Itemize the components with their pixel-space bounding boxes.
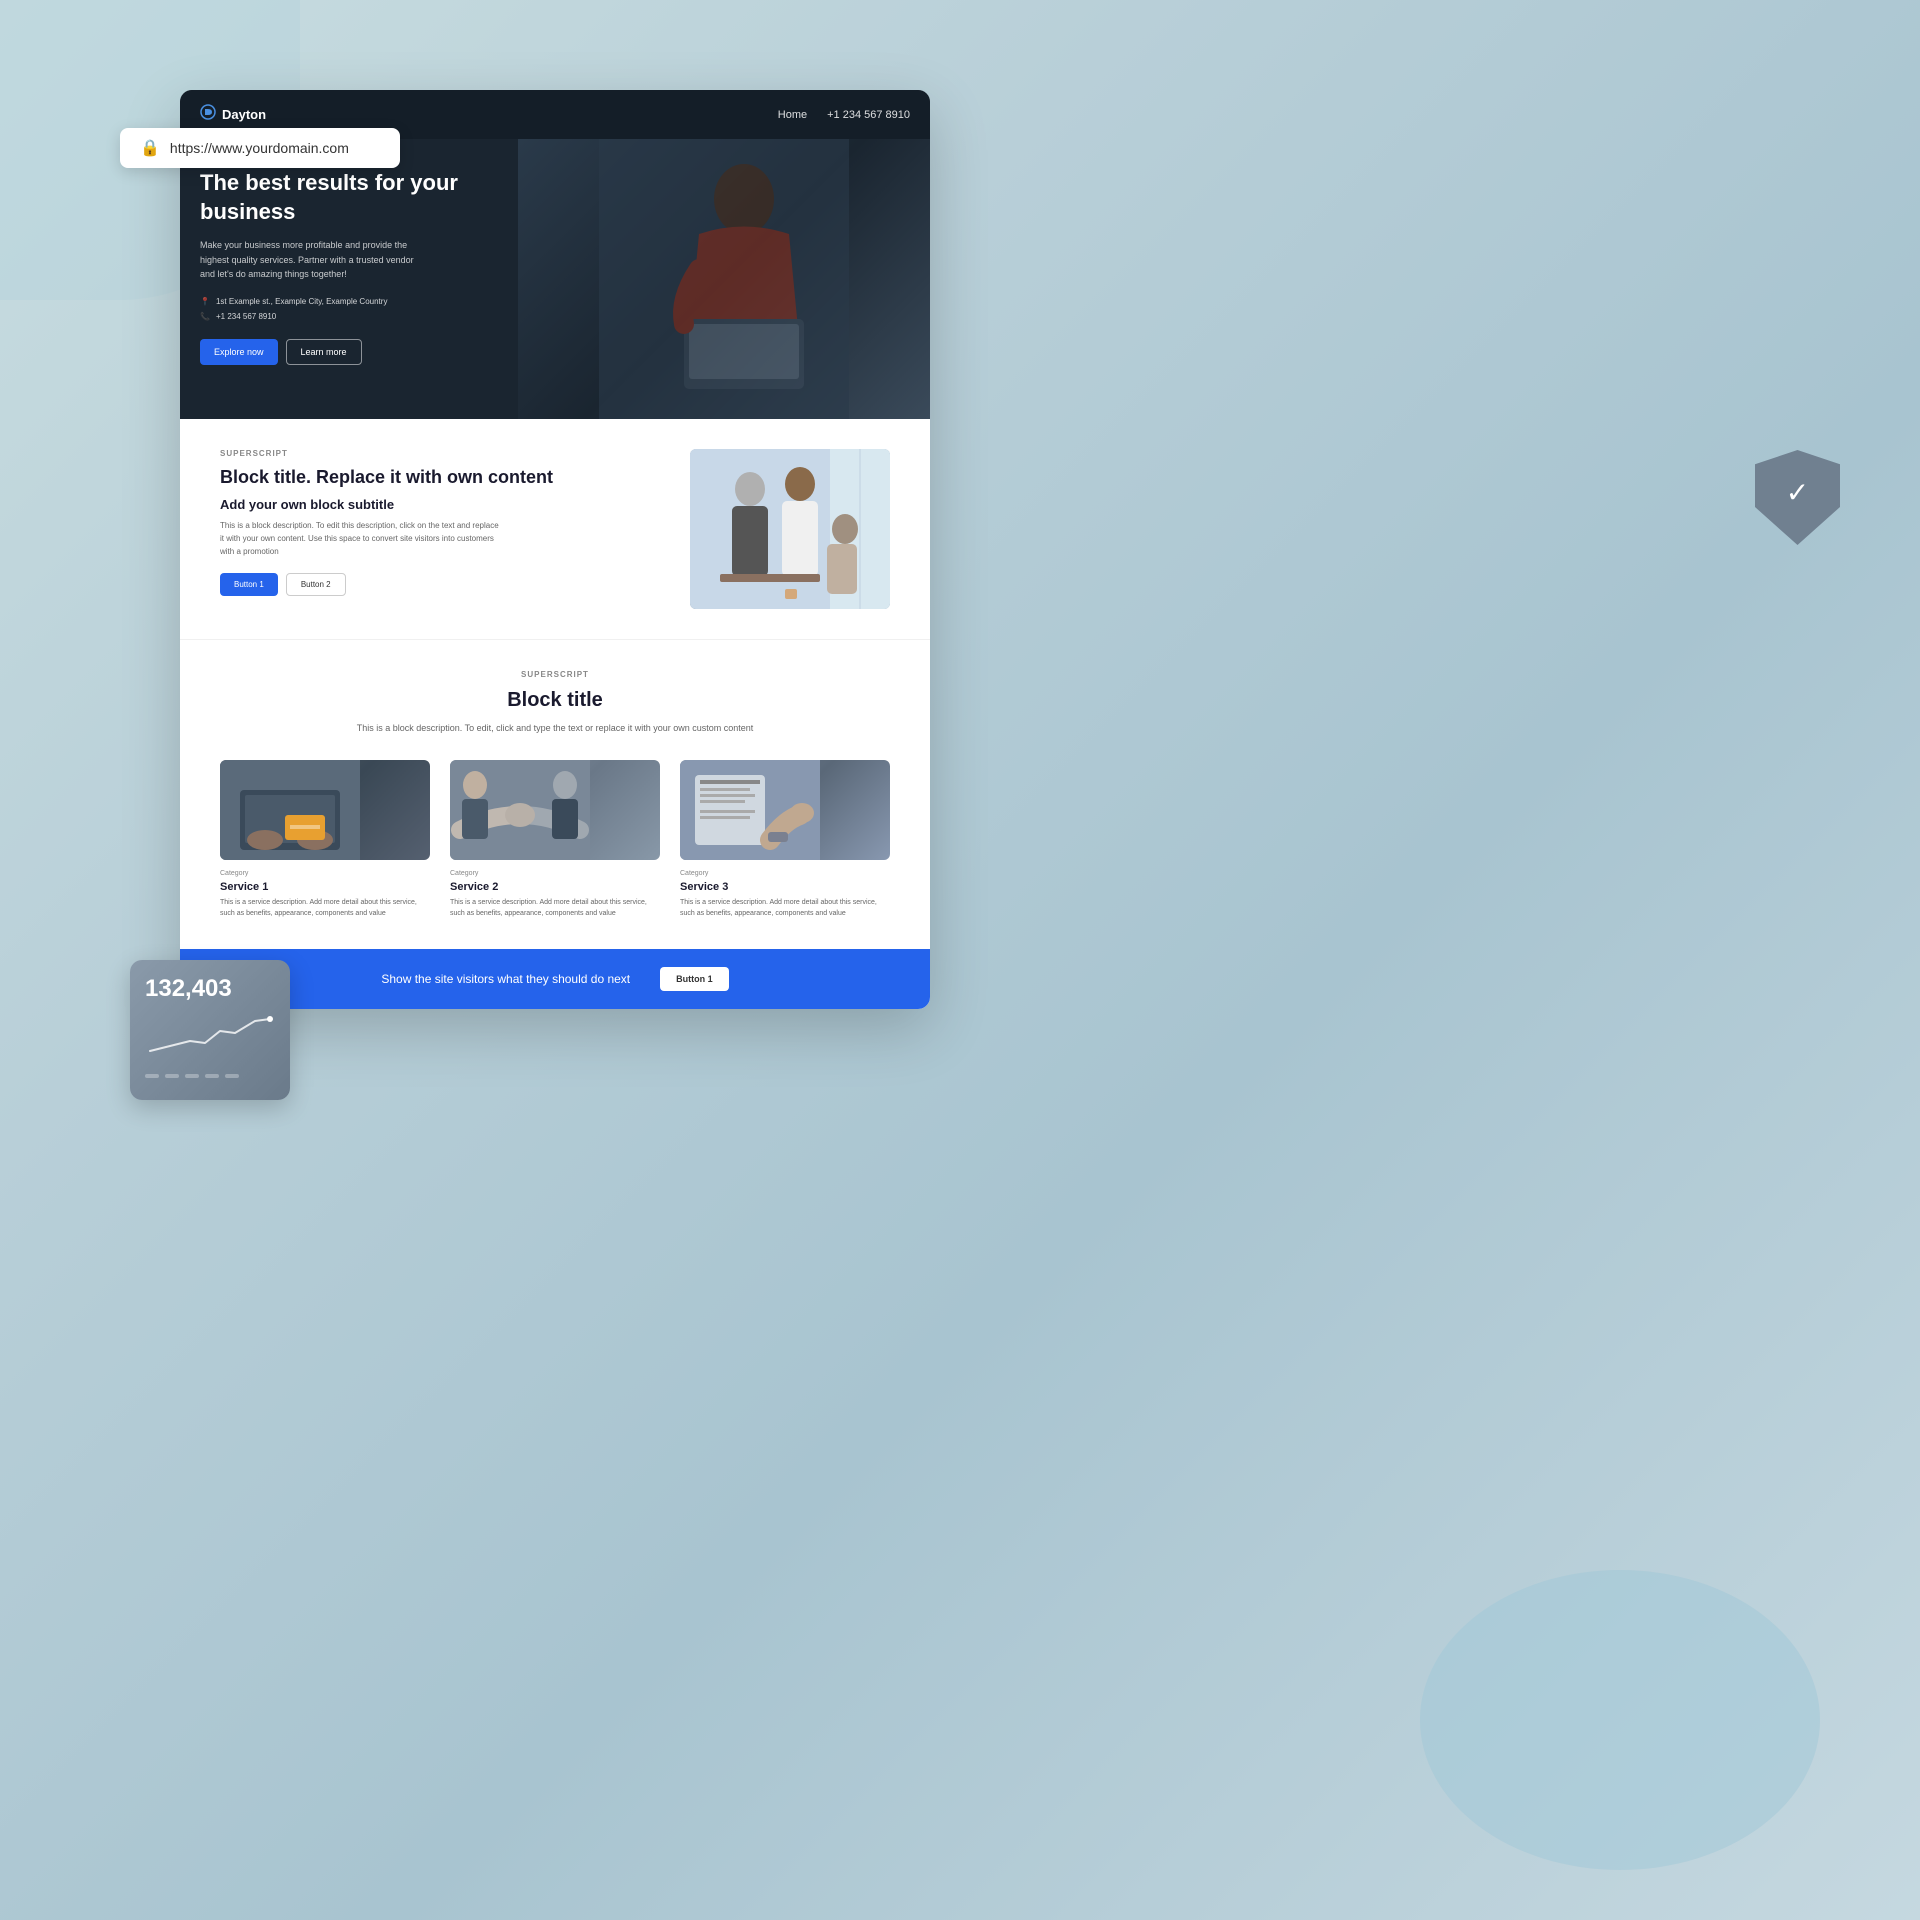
service1-image: [220, 760, 430, 860]
browser-window: Dayton Home +1 234 567 8910 The best res…: [180, 90, 930, 1009]
service1-category: Category: [220, 870, 430, 877]
bg-decoration-bottom-right: [1420, 1570, 1820, 1870]
hero-address-item: 📍 1st Example st., Example City, Example…: [200, 297, 550, 306]
logo-text: Dayton: [222, 107, 266, 122]
hero-phone-item: 📞 +1 234 567 8910: [200, 312, 550, 321]
hero-title: The best results for your business: [200, 169, 550, 226]
block2-superscript: SUPERSCRIPT: [220, 670, 890, 679]
cta-button[interactable]: Button 1: [660, 967, 729, 991]
site-logo: Dayton: [200, 104, 266, 125]
location-icon: 📍: [200, 297, 210, 306]
service2-image: [450, 760, 660, 860]
block1-image: [690, 449, 890, 609]
block1-subtitle: Add your own block subtitle: [220, 497, 660, 512]
service3-description: This is a service description. Add more …: [680, 898, 890, 919]
cta-text: Show the site visitors what they should …: [381, 972, 630, 986]
nav-phone: +1 234 567 8910: [827, 109, 910, 121]
block1-button2[interactable]: Button 2: [286, 573, 346, 596]
service1-name: Service 1: [220, 881, 430, 893]
block1-description: This is a block description. To edit thi…: [220, 520, 500, 558]
block1-buttons: Button 1 Button 2: [220, 573, 660, 596]
service-card-3: Category Service 3 This is a service des…: [680, 760, 890, 919]
hero-info: 📍 1st Example st., Example City, Example…: [200, 297, 550, 321]
main-content: SUPERSCRIPT Block title. Replace it with…: [180, 419, 930, 1009]
hero-text-block: The best results for your business Make …: [180, 139, 570, 419]
lock-icon: 🔒: [140, 138, 160, 158]
stats-chart: [145, 1011, 275, 1066]
cta-bar: Show the site visitors what they should …: [180, 949, 930, 1009]
service2-description: This is a service description. Add more …: [450, 898, 660, 919]
service-card-1: Category Service 1 This is a service des…: [220, 760, 430, 919]
service2-name: Service 2: [450, 881, 660, 893]
service3-name: Service 3: [680, 881, 890, 893]
service3-category: Category: [680, 870, 890, 877]
logo-icon: [200, 104, 216, 125]
url-text: https://www.yourdomain.com: [170, 140, 349, 156]
hero-content-area: The best results for your business Make …: [180, 139, 930, 419]
service1-description: This is a service description. Add more …: [220, 898, 430, 919]
block1-button1[interactable]: Button 1: [220, 573, 278, 596]
phone-icon: 📞: [200, 312, 210, 321]
shield-check-icon: ✓: [1786, 476, 1809, 509]
services-grid: Category Service 1 This is a service des…: [220, 760, 890, 919]
hero-phone: +1 234 567 8910: [216, 312, 276, 321]
hero-image-area: [518, 139, 931, 419]
office-people-image: [690, 449, 890, 609]
service3-image: [680, 760, 890, 860]
nav-links: Home +1 234 567 8910: [778, 109, 910, 121]
stats-number: 132,403: [145, 975, 275, 1003]
block-two-column: SUPERSCRIPT Block title. Replace it with…: [180, 419, 930, 639]
hero-address: 1st Example st., Example City, Example C…: [216, 297, 387, 306]
hero-person-image: [518, 139, 931, 419]
block-centered-section: SUPERSCRIPT Block title This is a block …: [180, 639, 930, 949]
block-two-col-layout: SUPERSCRIPT Block title. Replace it with…: [220, 449, 890, 609]
block1-title: Block title. Replace it with own content: [220, 466, 660, 489]
hero-buttons: Explore now Learn more: [200, 339, 550, 365]
stats-dots: [145, 1074, 275, 1078]
hero-description: Make your business more profitable and p…: [200, 238, 420, 281]
url-bar: 🔒 https://www.yourdomain.com: [120, 128, 400, 168]
stats-widget: 132,403: [130, 960, 290, 1100]
block2-title: Block title: [220, 687, 890, 713]
block-text-column: SUPERSCRIPT Block title. Replace it with…: [220, 449, 660, 596]
shield-badge: ✓: [1755, 450, 1840, 545]
explore-now-button[interactable]: Explore now: [200, 339, 278, 365]
service-card-2: Category Service 2 This is a service des…: [450, 760, 660, 919]
learn-more-button[interactable]: Learn more: [286, 339, 362, 365]
service2-category: Category: [450, 870, 660, 877]
block1-superscript: SUPERSCRIPT: [220, 449, 660, 458]
nav-home-link[interactable]: Home: [778, 109, 807, 121]
block2-description: This is a block description. To edit, cl…: [220, 721, 890, 735]
